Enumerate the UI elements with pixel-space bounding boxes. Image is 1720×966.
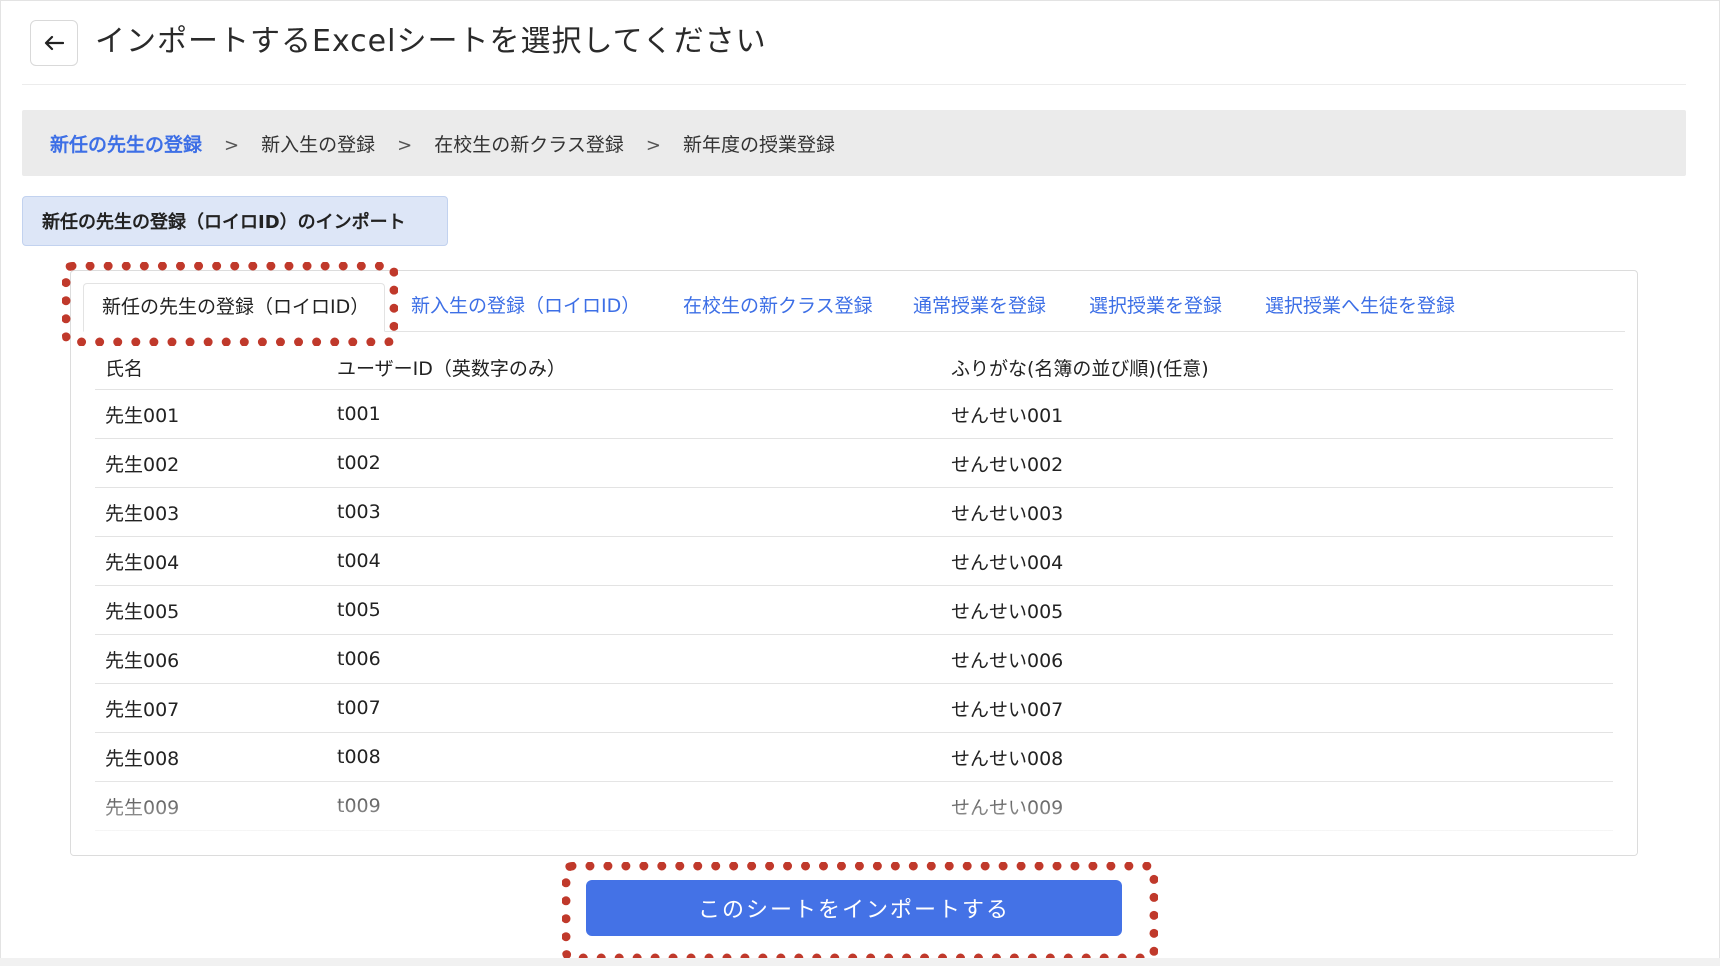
cell-user-id: t002 bbox=[327, 438, 941, 488]
breadcrumb-item-class-registration: 在校生の新クラス登録 bbox=[434, 133, 624, 156]
breadcrumb-item-new-teacher[interactable]: 新任の先生の登録 bbox=[50, 130, 202, 157]
cell-name: 先生002 bbox=[95, 438, 327, 488]
bottom-strip bbox=[0, 958, 1720, 966]
cell-furigana: せんせい009 bbox=[941, 781, 1613, 831]
back-button[interactable] bbox=[30, 20, 78, 66]
cell-furigana: せんせい003 bbox=[941, 487, 1613, 537]
cell-name: 先生003 bbox=[95, 487, 327, 537]
cell-name: 先生008 bbox=[95, 732, 327, 782]
tab-elective-students[interactable]: 選択授業へ生徒を登録 bbox=[1265, 283, 1455, 331]
cell-user-id: t005 bbox=[327, 585, 941, 635]
import-sheet-button[interactable]: このシートをインポートする bbox=[586, 880, 1122, 936]
cell-user-id: t006 bbox=[327, 634, 941, 684]
cell-name: 先生005 bbox=[95, 585, 327, 635]
cell-name: 先生009 bbox=[95, 781, 327, 831]
section-label: 新任の先生の登録（ロイロID）のインポート bbox=[22, 196, 448, 246]
cell-name: 先生001 bbox=[95, 389, 327, 439]
table-row: 先生002 t002 せんせい002 bbox=[95, 438, 1613, 488]
cell-furigana: せんせい004 bbox=[941, 536, 1613, 586]
column-header-furigana: ふりがな(名簿の並び順)(任意) bbox=[941, 345, 1613, 390]
cell-furigana: せんせい008 bbox=[941, 732, 1613, 782]
sheet-panel: 新任の先生の登録（ロイロID） 新入生の登録（ロイロID） 在校生の新クラス登録… bbox=[70, 270, 1638, 856]
table-row: 先生006 t006 せんせい006 bbox=[95, 634, 1613, 684]
table-row: 先生005 t005 せんせい005 bbox=[95, 585, 1613, 635]
table-row: 先生007 t007 せんせい007 bbox=[95, 683, 1613, 733]
cell-furigana: せんせい002 bbox=[941, 438, 1613, 488]
tab-new-teacher[interactable]: 新任の先生の登録（ロイロID） bbox=[83, 283, 385, 332]
table-row: 先生003 t003 せんせい003 bbox=[95, 487, 1613, 537]
column-header-user-id: ユーザーID（英数字のみ） bbox=[327, 345, 941, 390]
cell-furigana: せんせい001 bbox=[941, 389, 1613, 439]
table-row: 先生004 t004 せんせい004 bbox=[95, 536, 1613, 586]
sheet-tabs: 新任の先生の登録（ロイロID） 新入生の登録（ロイロID） 在校生の新クラス登録… bbox=[83, 283, 1625, 332]
cell-user-id: t008 bbox=[327, 732, 941, 782]
table-row: 先生009 t009 せんせい009 bbox=[95, 781, 1613, 831]
table-row: 先生001 t001 せんせい001 bbox=[95, 389, 1613, 439]
cell-name: 先生004 bbox=[95, 536, 327, 586]
cell-user-id: t003 bbox=[327, 487, 941, 537]
breadcrumb-item-lesson-registration: 新年度の授業登録 bbox=[682, 133, 835, 156]
cell-user-id: t001 bbox=[327, 389, 941, 439]
breadcrumb-separator: > bbox=[397, 134, 413, 156]
cell-name: 先生006 bbox=[95, 634, 327, 684]
tab-regular-lesson[interactable]: 通常授業を登録 bbox=[913, 283, 1046, 331]
cell-user-id: t009 bbox=[327, 781, 941, 831]
breadcrumb-item-new-student: 新入生の登録 bbox=[261, 133, 376, 156]
cell-user-id: t007 bbox=[327, 683, 941, 733]
tab-class-registration[interactable]: 在校生の新クラス登録 bbox=[683, 283, 873, 331]
cell-user-id: t004 bbox=[327, 536, 941, 586]
breadcrumb: 新任の先生の登録 > 新入生の登録 > 在校生の新クラス登録 > 新年度の授業登… bbox=[22, 110, 1686, 176]
cell-furigana: せんせい006 bbox=[941, 634, 1613, 684]
cell-furigana: せんせい007 bbox=[941, 683, 1613, 733]
breadcrumb-separator: > bbox=[645, 134, 661, 156]
arrow-left-icon bbox=[44, 35, 64, 51]
cell-name: 先生007 bbox=[95, 683, 327, 733]
cell-furigana: せんせい005 bbox=[941, 585, 1613, 635]
column-header-name: 氏名 bbox=[95, 345, 327, 390]
table-row: 先生008 t008 せんせい008 bbox=[95, 732, 1613, 782]
page-title: インポートするExcelシートを選択してください bbox=[95, 24, 767, 59]
page-header: インポートするExcelシートを選択してください bbox=[22, 0, 1686, 85]
sheet-preview-table: 氏名 ユーザーID（英数字のみ） ふりがな(名簿の並び順)(任意) 先生001 t… bbox=[95, 345, 1613, 831]
table-header-row: 氏名 ユーザーID（英数字のみ） ふりがな(名簿の並び順)(任意) bbox=[95, 345, 1613, 390]
tab-new-student[interactable]: 新入生の登録（ロイロID） bbox=[411, 283, 640, 331]
tab-elective-lesson[interactable]: 選択授業を登録 bbox=[1089, 283, 1222, 331]
breadcrumb-separator: > bbox=[224, 134, 240, 156]
